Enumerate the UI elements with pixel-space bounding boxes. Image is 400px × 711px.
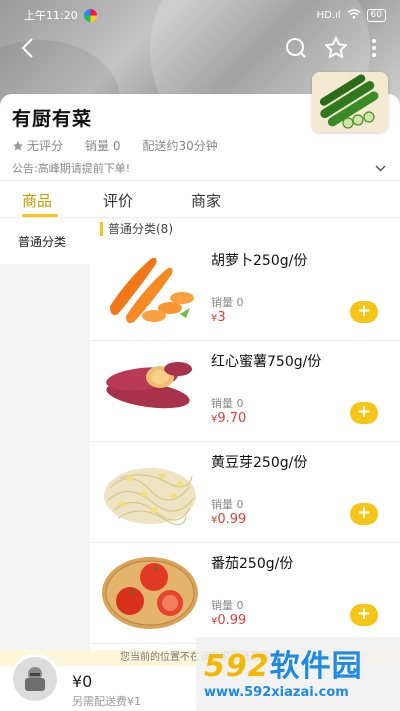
status-time: 上午11:20: [24, 9, 78, 22]
status-bar: 上午11:20 HD.ıl 60: [0, 0, 400, 30]
sidebar-item-general[interactable]: 普通分类: [0, 218, 90, 264]
product-price: ¥0.99: [211, 512, 247, 527]
search-button[interactable]: [282, 34, 310, 62]
back-button[interactable]: [14, 34, 42, 62]
star-icon: [324, 36, 348, 59]
tab-bar: 商品 评价 商家: [0, 180, 400, 218]
sweet-potato-image: [100, 347, 200, 429]
store-notice[interactable]: 公告:高峰期请提前下单!: [12, 160, 388, 176]
wifi-icon: [347, 8, 361, 22]
signal-icon: HD.ıl: [316, 9, 341, 21]
product-price: ¥3: [211, 310, 226, 325]
product-item[interactable]: 胡萝卜250g/份 销量 0 ¥3 +: [90, 240, 400, 341]
chevron-down-icon: [375, 164, 386, 172]
product-price: ¥0.99: [211, 613, 247, 628]
shopping-bag-icon: [25, 667, 45, 691]
sidebar-item-label: 普通分类: [18, 234, 67, 249]
product-name: 胡萝卜250g/份: [211, 253, 308, 269]
product-item[interactable]: 番茄250g/份 销量 0 ¥0.99 +: [90, 543, 400, 644]
store-meta: 无评分 销量 0 配送约30分钟: [12, 137, 388, 154]
rating-text: 无评分: [27, 139, 64, 153]
product-name: 番茄250g/份: [211, 556, 294, 572]
store-logo-image: [312, 72, 388, 132]
product-name: 黄豆芽250g/份: [211, 455, 308, 471]
watermark-url: www.592xiazai.com: [204, 685, 349, 700]
tab-merchant[interactable]: 商家: [191, 190, 221, 211]
app-notification-icon: [83, 8, 97, 22]
product-list: 普通分类(8) 胡萝卜250g/份 销量 0 ¥3 + 红心蜜薯750g/份 销…: [90, 218, 400, 658]
battery-icon: 60: [366, 8, 386, 22]
watermark-logo: 592软件园: [204, 649, 363, 684]
tab-products[interactable]: 商品: [22, 190, 52, 211]
top-navbar: [0, 30, 400, 66]
bean-sprouts-image: [100, 448, 200, 530]
delivery-time: 配送约30分钟: [142, 139, 218, 153]
product-sales: 销量 0: [211, 397, 244, 410]
product-sales: 销量 0: [211, 599, 244, 612]
back-arrow-icon: [21, 38, 33, 58]
tab-reviews[interactable]: 评价: [103, 190, 133, 211]
tomato-image: [100, 549, 200, 631]
add-to-cart-button[interactable]: +: [350, 402, 378, 424]
more-button[interactable]: [360, 34, 388, 62]
cart-button[interactable]: [10, 654, 60, 704]
category-sidebar: 普通分类: [0, 218, 90, 658]
product-price: ¥9.70: [211, 411, 247, 426]
search-icon: [286, 38, 306, 58]
tab-active-indicator: [22, 214, 58, 217]
rating-star-icon: [13, 140, 23, 150]
more-vertical-icon: [372, 39, 376, 57]
cart-total: ¥0: [72, 672, 93, 691]
notice-text: 公告:高峰期请提前下单!: [12, 162, 131, 175]
add-to-cart-button[interactable]: +: [350, 301, 378, 323]
store-rating: 无评分: [12, 137, 63, 154]
product-item[interactable]: 红心蜜薯750g/份 销量 0 ¥9.70 +: [90, 341, 400, 442]
product-name: 红心蜜薯750g/份: [211, 354, 322, 370]
store-sales: 销量 0: [85, 139, 121, 153]
delivery-fee: 另需配送费¥1: [72, 695, 141, 708]
section-title: 普通分类(8): [100, 222, 173, 236]
product-sales: 销量 0: [211, 498, 244, 511]
add-to-cart-button[interactable]: +: [350, 503, 378, 525]
add-to-cart-button[interactable]: +: [350, 604, 378, 626]
product-item[interactable]: 黄豆芽250g/份 销量 0 ¥0.99 +: [90, 442, 400, 543]
watermark: 592软件园 www.592xiazai.com: [196, 637, 400, 711]
favorite-button[interactable]: [322, 34, 350, 62]
carrot-image: [100, 246, 200, 328]
product-sales: 销量 0: [211, 296, 244, 309]
